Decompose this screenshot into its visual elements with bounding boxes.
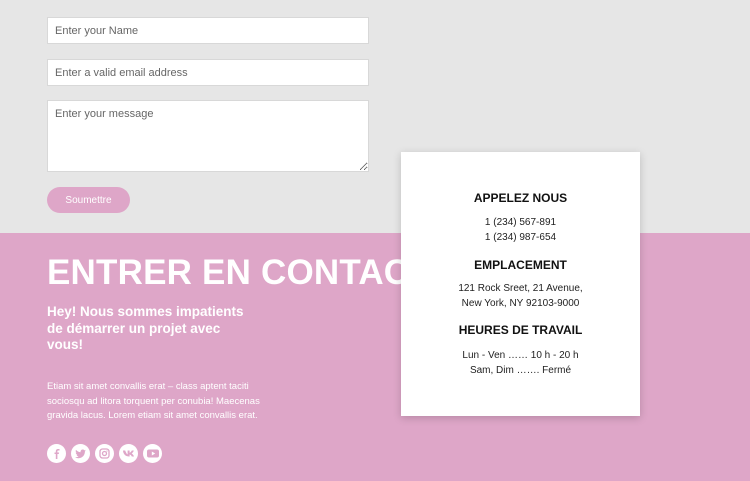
message-textarea[interactable] bbox=[47, 100, 369, 172]
contact-subheading: Hey! Nous sommes impatients de démarrer … bbox=[47, 304, 244, 352]
email-input[interactable] bbox=[47, 59, 369, 86]
phone-number: 1 (234) 987-654 bbox=[484, 232, 557, 243]
social-links bbox=[47, 444, 162, 463]
vk-icon[interactable] bbox=[119, 444, 138, 463]
facebook-icon[interactable] bbox=[47, 444, 66, 463]
hours-line: Lun - Ven …… 10 h - 20 h bbox=[462, 350, 579, 361]
twitter-icon[interactable] bbox=[71, 444, 90, 463]
phone-numbers: 1 (234) 567-891 1 (234) 987-654 bbox=[401, 215, 640, 245]
submit-button[interactable]: Soumettre bbox=[47, 187, 130, 213]
hours-line: Sam, Dim ……. Fermé bbox=[469, 365, 572, 376]
location-title: EMPLACEMENT bbox=[474, 258, 567, 272]
youtube-icon[interactable] bbox=[143, 444, 162, 463]
phone-number: 1 (234) 567-891 bbox=[484, 217, 557, 228]
opening-hours: Lun - Ven …… 10 h - 20 h Sam, Dim ……. Fe… bbox=[401, 348, 640, 378]
name-input[interactable] bbox=[47, 17, 369, 44]
contact-body-text: Etiam sit amet convallis erat – class ap… bbox=[47, 381, 260, 421]
contact-info-card: APPELEZ NOUS 1 (234) 567-891 1 (234) 987… bbox=[401, 152, 640, 416]
hours-title: HEURES DE TRAVAIL bbox=[458, 323, 583, 337]
address-line: New York, NY 92103-9000 bbox=[461, 298, 580, 309]
contact-heading: ENTRER EN CONTACT bbox=[47, 253, 431, 292]
address-line: 121 Rock Sreet, 21 Avenue, bbox=[458, 283, 583, 294]
call-title: APPELEZ NOUS bbox=[473, 191, 568, 205]
address: 121 Rock Sreet, 21 Avenue, New York, NY … bbox=[401, 281, 640, 311]
instagram-icon[interactable] bbox=[95, 444, 114, 463]
